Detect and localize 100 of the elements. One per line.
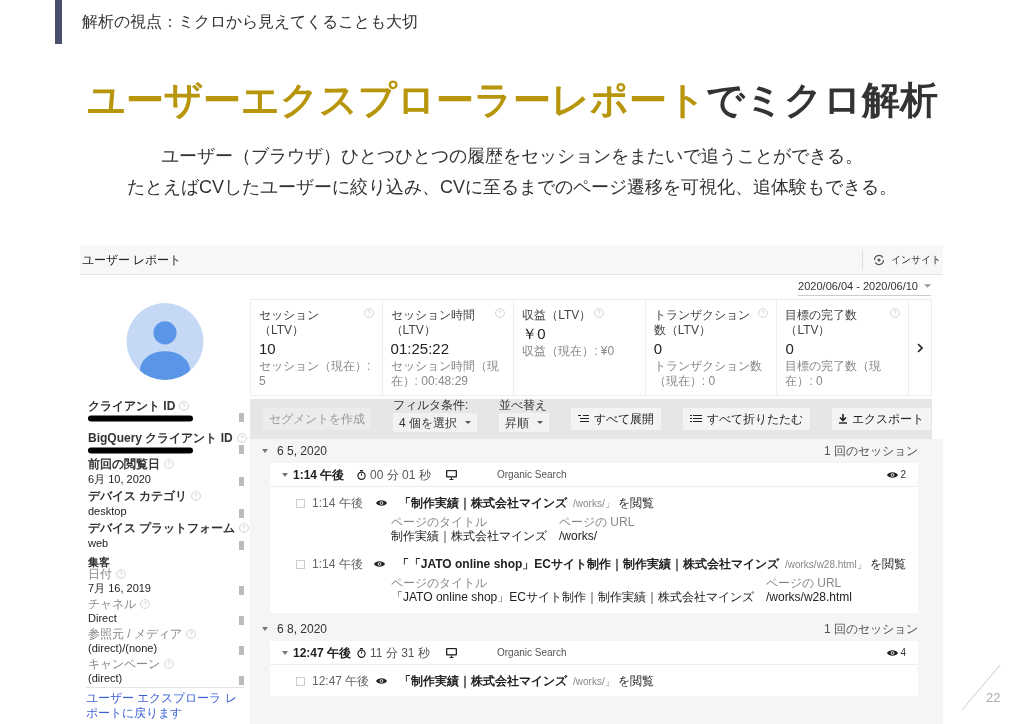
- help-icon: [186, 629, 196, 639]
- date-range-dropdown[interactable]: 2020/06/04 - 2020/06/10: [798, 277, 931, 297]
- section-heading: 解析の視点：ミクロから見えてくることも大切: [82, 12, 418, 32]
- help-icon: [236, 433, 247, 443]
- report-title: ユーザー レポート: [82, 251, 182, 269]
- session-count: 1 回のセッション: [824, 443, 918, 460]
- metric-sub-value: 収益（現在）: ¥0: [522, 344, 616, 359]
- hit-description: 「制作実績｜株式会社マインズ /works/」 を閲覧: [399, 673, 654, 689]
- sort-dropdown[interactable]: 昇順: [499, 413, 549, 432]
- eye-icon: [373, 560, 385, 568]
- bar-icon: [239, 646, 244, 655]
- traffic-source: Organic Search: [497, 468, 567, 482]
- eye-icon: [887, 470, 899, 479]
- bar-icon: [239, 477, 244, 486]
- help-icon: [191, 491, 202, 501]
- slide-title-highlight: ユーザーエクスプローラーレポート: [86, 79, 706, 121]
- session-duration: 11 分 31 秒: [370, 644, 431, 662]
- field-value: (direct)/(none): [88, 642, 159, 655]
- date-heading: 6 5, 2020: [277, 443, 328, 460]
- avatar-icon: [125, 303, 205, 380]
- help-icon: [363, 308, 374, 318]
- group-heading: 集客: [88, 556, 110, 569]
- session-time: 12:47 午後: [293, 644, 353, 662]
- bar-icon: [239, 586, 244, 595]
- field-label: チャネル: [88, 597, 136, 611]
- metric-label: 収益（LTV）: [522, 308, 592, 323]
- description-text: ユーザー（ブラウザ）ひとつひとつの履歴をセッションをまたいで追うことができる。: [161, 145, 863, 168]
- session-time: 1:14 午後: [293, 466, 346, 484]
- eye-icon: [887, 648, 899, 657]
- caret-icon: [537, 421, 543, 424]
- field-value: 6月 10, 2020: [88, 473, 152, 486]
- date-heading: 6 8, 2020: [277, 621, 328, 638]
- list-icon: [690, 415, 702, 423]
- caret-icon: [465, 421, 471, 424]
- toolbar-button[interactable]: エクスポート: [832, 408, 931, 430]
- monitor-icon: [446, 469, 457, 480]
- metric-sub-value: セッション時間（現在）: 00:48:29: [390, 359, 500, 389]
- help-icon: [164, 659, 174, 669]
- bar-icon: [239, 541, 244, 550]
- caret-down-icon[interactable]: [282, 650, 288, 655]
- hit-description: 「「JATO online shop」ECサイト制作｜制作実績｜株式会社マインズ /works/w28.html」 を閲覧: [396, 556, 906, 572]
- slide-title: でミクロ解析: [705, 79, 938, 121]
- session-count: 1 回のセッション: [824, 621, 918, 638]
- metric-value: ￥0: [522, 324, 547, 343]
- field-label: 参照元 / メディア: [88, 627, 182, 641]
- metric-value: 01:25:22: [390, 339, 450, 358]
- field-label: BigQuery クライアント ID: [88, 431, 233, 445]
- hit-time: 1:14 午後: [312, 495, 364, 512]
- help-icon: [889, 308, 900, 318]
- eye-icon: [376, 677, 387, 685]
- metric-value: 0: [785, 339, 795, 358]
- caret-down-icon[interactable]: [262, 627, 268, 631]
- help-icon: [164, 459, 174, 469]
- help-icon: [179, 401, 190, 411]
- checkbox[interactable]: [296, 559, 305, 569]
- field-label: 前回の閲覧日: [88, 457, 160, 471]
- help-icon: [140, 599, 150, 609]
- field-label: デバイス プラットフォーム: [88, 521, 236, 535]
- toolbar-button[interactable]: すべて折りたたむ: [683, 408, 810, 430]
- detail-value: 「JATO online shop」ECサイト制作｜制作実績｜株式会社マインズ: [391, 590, 754, 604]
- eye-icon: [376, 499, 387, 507]
- toolbar-button[interactable]: すべて展開: [571, 408, 661, 430]
- help-icon: [116, 569, 126, 579]
- stopwatch-icon: [357, 469, 366, 480]
- detail-label: ページのタイトル: [391, 576, 488, 590]
- bar-icon: [239, 445, 244, 454]
- field-label: デバイス カテゴリ: [88, 489, 188, 503]
- insight-button[interactable]: インサイト: [873, 252, 941, 267]
- field-value: desktop: [88, 505, 128, 518]
- session-duration: 00 分 01 秒: [370, 466, 432, 484]
- bar-icon: [239, 676, 244, 685]
- field-label: 日付: [88, 567, 112, 581]
- caret-down-icon[interactable]: [282, 472, 288, 477]
- field-value: Direct: [88, 612, 118, 625]
- filter-dropdown[interactable]: 4 個を選択: [393, 413, 477, 432]
- stopwatch-icon: [357, 647, 366, 658]
- monitor-icon: [446, 647, 457, 658]
- chevron-right-icon[interactable]: [916, 342, 923, 353]
- list-icon: [578, 415, 589, 423]
- detail-label: ページの URL: [765, 576, 843, 590]
- back-link[interactable]: ユーザー エクスプローラ レポートに戻ります: [86, 691, 244, 721]
- circle-arrows-icon: [873, 253, 885, 266]
- metric-label: 目標の完了数（LTV）: [785, 308, 859, 338]
- detail-label: ページの URL: [559, 515, 635, 529]
- dropdown-label: 並べ替え: [499, 398, 548, 412]
- help-icon: [239, 523, 250, 533]
- hit-time: 12:47 午後: [312, 673, 371, 690]
- metric-sub-value: 目標の完了数（現在）: 0: [785, 359, 883, 389]
- metric-sub-value: トランザクション数（現在）: 0: [653, 359, 763, 389]
- checkbox[interactable]: [296, 498, 305, 508]
- caret-down-icon[interactable]: [262, 449, 268, 453]
- diagonal-line: [960, 662, 1002, 712]
- field-value: web: [88, 537, 110, 550]
- traffic-source: Organic Search: [497, 646, 567, 660]
- detail-value: /works/w28.html: [765, 590, 852, 604]
- bar-icon: [239, 413, 244, 422]
- bar-icon: [239, 616, 244, 625]
- hit-description: 「制作実績｜株式会社マインズ /works/」 を閲覧: [399, 495, 654, 511]
- checkbox[interactable]: [296, 676, 305, 686]
- section-marker: [55, 0, 62, 44]
